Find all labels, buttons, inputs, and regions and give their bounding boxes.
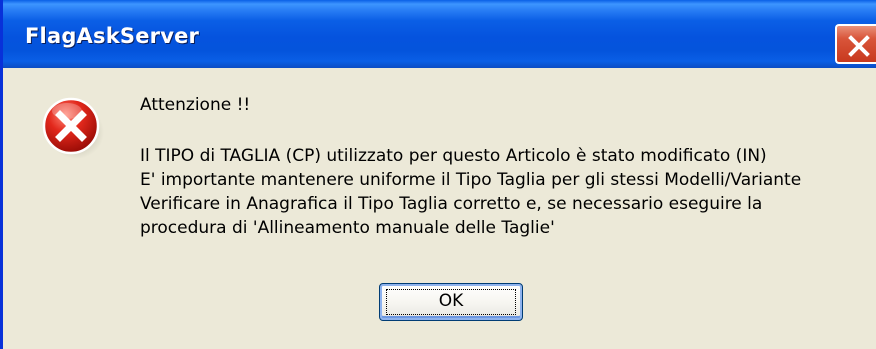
message-line: procedura di 'Allineamento manuale delle… (140, 218, 555, 238)
message-heading: Attenzione !! (140, 95, 251, 115)
message-line: Il TIPO di TAGLIA (CP) utilizzato per qu… (140, 146, 767, 166)
dialog-body: Attenzione !! Il TIPO di TAGLIA (CP) uti… (6, 68, 876, 349)
message-body: Il TIPO di TAGLIA (CP) utilizzato per qu… (140, 144, 801, 240)
title-bar[interactable]: FlagAskServer (3, 0, 876, 68)
message-line: Verificare in Anagrafica il Tipo Taglia … (140, 194, 763, 214)
close-icon (848, 35, 870, 57)
ok-button-label: OK (438, 291, 464, 311)
dialog-window: FlagAskServer Attenzione !! Il TIPO di T… (0, 0, 876, 349)
close-button[interactable] (835, 24, 876, 64)
ok-button[interactable]: OK (379, 283, 523, 321)
error-icon (42, 97, 104, 159)
window-title: FlagAskServer (25, 24, 200, 48)
message-line: E' importante mantenere uniforme il Tipo… (140, 170, 802, 190)
